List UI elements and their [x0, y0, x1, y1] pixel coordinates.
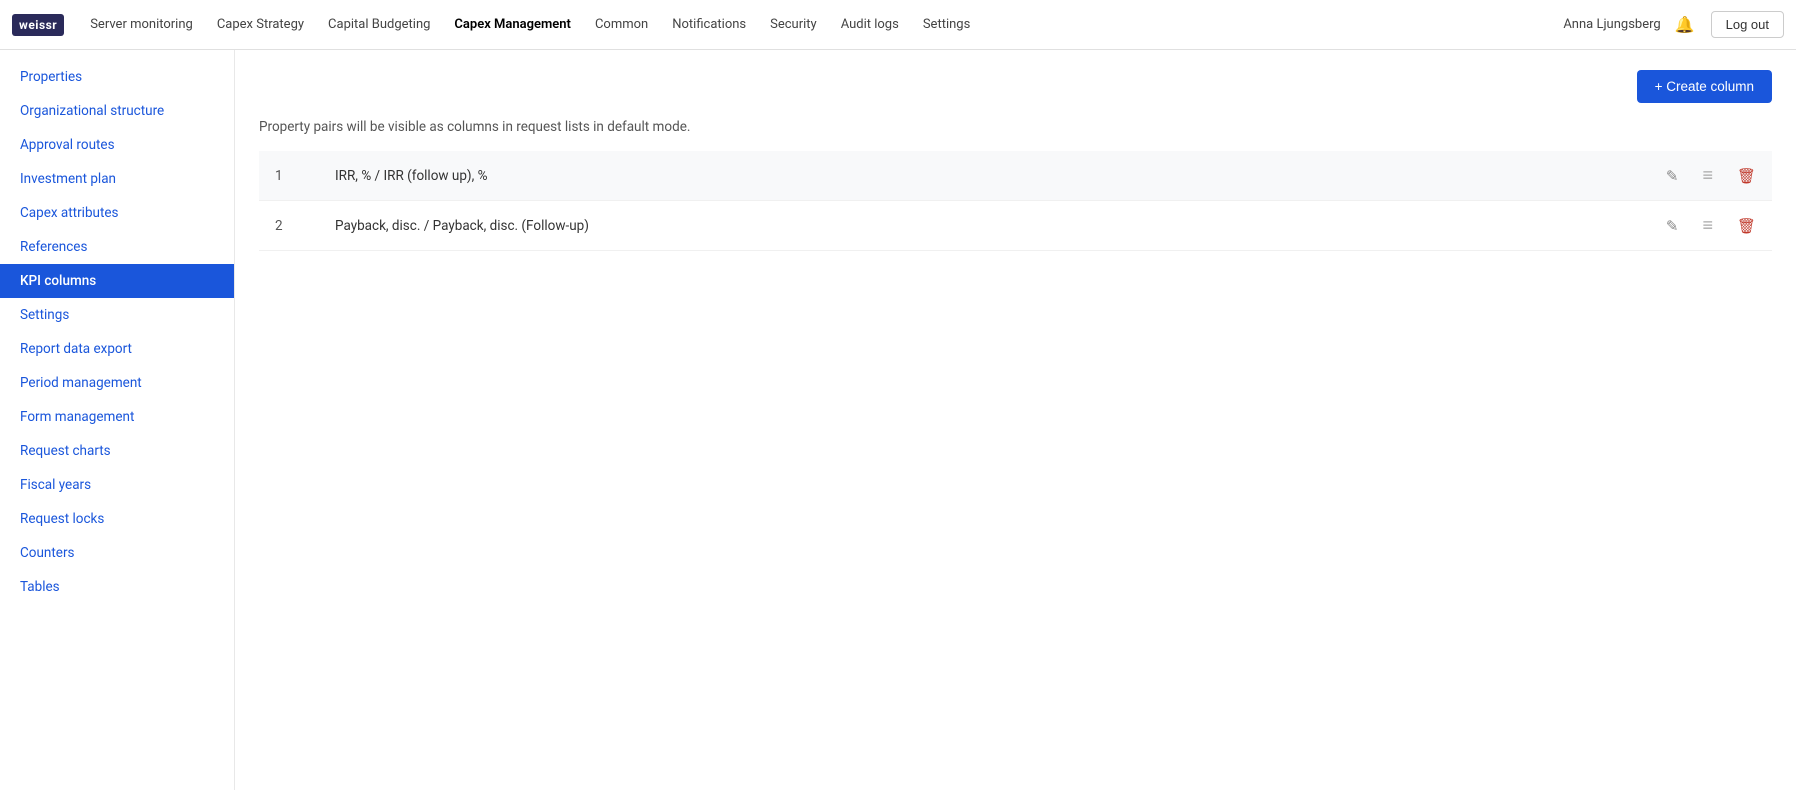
- row-actions: ✎ ≡ 🗑: [1666, 215, 1756, 236]
- sidebar-item-report-data-export[interactable]: Report data export: [0, 332, 234, 366]
- sidebar-item-tables[interactable]: Tables: [0, 570, 234, 604]
- sidebar-item-organizational-structure[interactable]: Organizational structure: [0, 94, 234, 128]
- nav-server-monitoring[interactable]: Server monitoring: [80, 11, 203, 38]
- sidebar-item-capex-attributes[interactable]: Capex attributes: [0, 196, 234, 230]
- sidebar-item-request-locks[interactable]: Request locks: [0, 502, 234, 536]
- nav-capital-budgeting[interactable]: Capital Budgeting: [318, 11, 440, 38]
- content-subtitle: Property pairs will be visible as column…: [259, 119, 1772, 135]
- create-column-button[interactable]: + Create column: [1637, 70, 1772, 103]
- sidebar-item-approval-routes[interactable]: Approval routes: [0, 128, 234, 162]
- content-area: + Create column Property pairs will be v…: [235, 50, 1796, 790]
- row-actions: ✎ ≡ 🗑: [1666, 165, 1756, 186]
- row-label: IRR, % / IRR (follow up), %: [335, 168, 1666, 184]
- sidebar-item-period-management[interactable]: Period management: [0, 366, 234, 400]
- nav-common[interactable]: Common: [585, 11, 658, 38]
- main-layout: Properties Organizational structure Appr…: [0, 50, 1796, 790]
- nav-capex-strategy[interactable]: Capex Strategy: [207, 11, 314, 38]
- row-number: 1: [275, 168, 335, 184]
- sidebar-item-references[interactable]: References: [0, 230, 234, 264]
- sidebar-item-investment-plan[interactable]: Investment plan: [0, 162, 234, 196]
- edit-icon[interactable]: ✎: [1666, 217, 1679, 235]
- sidebar-item-properties[interactable]: Properties: [0, 60, 234, 94]
- nav-settings[interactable]: Settings: [913, 11, 980, 38]
- sidebar: Properties Organizational structure Appr…: [0, 50, 235, 790]
- user-name: Anna Ljungsberg: [1563, 17, 1660, 32]
- sidebar-item-kpi-columns[interactable]: KPI columns: [0, 264, 234, 298]
- drag-icon[interactable]: ≡: [1702, 215, 1713, 236]
- nav-notifications[interactable]: Notifications: [662, 11, 756, 38]
- table-row: 1 IRR, % / IRR (follow up), % ✎ ≡ 🗑: [259, 151, 1772, 201]
- sidebar-item-settings[interactable]: Settings: [0, 298, 234, 332]
- app-logo: weissr: [12, 14, 64, 36]
- nav-audit-logs[interactable]: Audit logs: [831, 11, 909, 38]
- logout-button[interactable]: Log out: [1711, 11, 1784, 38]
- row-label: Payback, disc. / Payback, disc. (Follow-…: [335, 218, 1666, 234]
- nav-security[interactable]: Security: [760, 11, 827, 38]
- row-number: 2: [275, 218, 335, 234]
- topnav: weissr Server monitoring Capex Strategy …: [0, 0, 1796, 50]
- content-header: + Create column: [259, 70, 1772, 103]
- sidebar-item-form-management[interactable]: Form management: [0, 400, 234, 434]
- sidebar-item-counters[interactable]: Counters: [0, 536, 234, 570]
- nav-capex-management[interactable]: Capex Management: [444, 11, 581, 38]
- delete-icon[interactable]: 🗑: [1737, 217, 1756, 235]
- delete-icon[interactable]: 🗑: [1737, 167, 1756, 185]
- sidebar-item-request-charts[interactable]: Request charts: [0, 434, 234, 468]
- edit-icon[interactable]: ✎: [1666, 167, 1679, 185]
- drag-icon[interactable]: ≡: [1702, 165, 1713, 186]
- notification-bell-icon[interactable]: 🔔: [1675, 15, 1695, 34]
- table-row: 2 Payback, disc. / Payback, disc. (Follo…: [259, 201, 1772, 251]
- sidebar-item-fiscal-years[interactable]: Fiscal years: [0, 468, 234, 502]
